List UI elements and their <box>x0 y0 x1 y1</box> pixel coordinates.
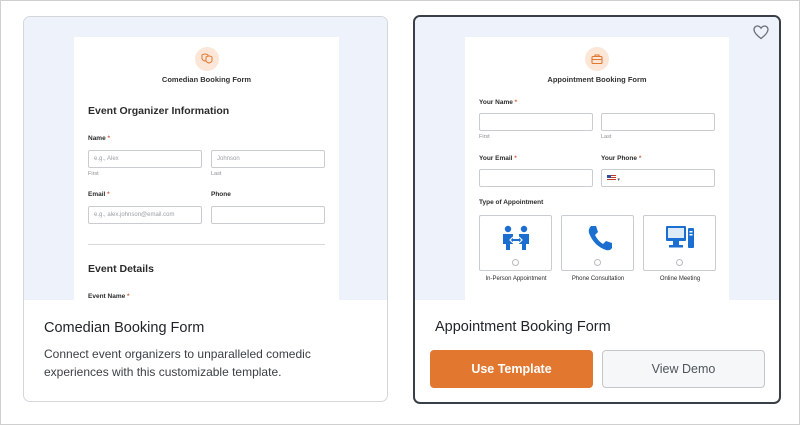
field-label: Phone <box>211 191 231 198</box>
handshake-icon <box>502 225 529 250</box>
email-input <box>479 169 593 187</box>
field-label: Your Email * <box>479 155 517 162</box>
option-label: Phone Consultation <box>571 276 625 282</box>
briefcase-icon <box>585 47 609 71</box>
form-preview-title: Appointment Booking Form <box>547 75 647 84</box>
template-card-comedian[interactable]: Comedian Booking Form Event Organizer In… <box>23 16 388 402</box>
option-label: In-Person Appointment <box>485 276 547 282</box>
last-name-input: Johnson <box>211 150 325 168</box>
option-label: Online Meeting <box>659 276 701 282</box>
option-tile-phone <box>561 215 634 271</box>
form-preview-title: Comedian Booking Form <box>161 75 252 84</box>
field-label: Email * <box>88 191 110 198</box>
field-label: Type of Appointment <box>479 199 544 206</box>
card-title: Appointment Booking Form <box>435 319 611 335</box>
computer-icon <box>665 226 694 248</box>
option-radio <box>676 259 683 266</box>
first-sublabel: First <box>88 171 99 177</box>
field-label: Event Name * <box>88 293 130 300</box>
first-name-input <box>479 113 593 131</box>
template-preview: Comedian Booking Form Event Organizer In… <box>24 17 387 300</box>
last-sublabel: Last <box>211 171 222 177</box>
form-preview-sheet: Appointment Booking Form Your Name * Fir… <box>465 37 729 300</box>
last-name-input <box>601 113 715 131</box>
phone-input <box>211 206 325 224</box>
use-template-button[interactable]: Use Template <box>430 350 593 388</box>
template-card-appointment[interactable]: Appointment Booking Form Your Name * Fir… <box>413 15 781 404</box>
first-sublabel: First <box>479 134 490 140</box>
view-demo-button[interactable]: View Demo <box>602 350 765 388</box>
section-heading: Event Organizer Information <box>88 105 230 117</box>
email-input: e.g., alex.johnson@email.com <box>88 206 202 224</box>
card-description: Connect event organizers to unparalleled… <box>44 347 311 379</box>
first-name-input: e.g., Alex <box>88 150 202 168</box>
heart-icon[interactable] <box>753 25 769 45</box>
form-preview-sheet: Comedian Booking Form Event Organizer In… <box>74 37 339 300</box>
option-tile-online <box>643 215 716 271</box>
last-sublabel: Last <box>601 134 612 140</box>
field-label: Name * <box>88 135 111 142</box>
option-tile-in-person <box>479 215 552 271</box>
option-radio <box>594 259 601 266</box>
phone-icon <box>588 226 612 251</box>
card-title: Comedian Booking Form <box>44 320 205 336</box>
template-preview: Appointment Booking Form Your Name * Fir… <box>415 17 779 300</box>
divider <box>88 244 325 245</box>
section-heading: Event Details <box>88 263 154 275</box>
field-label: Your Phone * <box>601 155 642 162</box>
option-radio <box>512 259 519 266</box>
phone-input: ▾ <box>601 169 715 187</box>
us-flag-icon <box>607 175 616 181</box>
theater-masks-icon <box>194 47 219 71</box>
field-label: Your Name * <box>479 99 518 106</box>
